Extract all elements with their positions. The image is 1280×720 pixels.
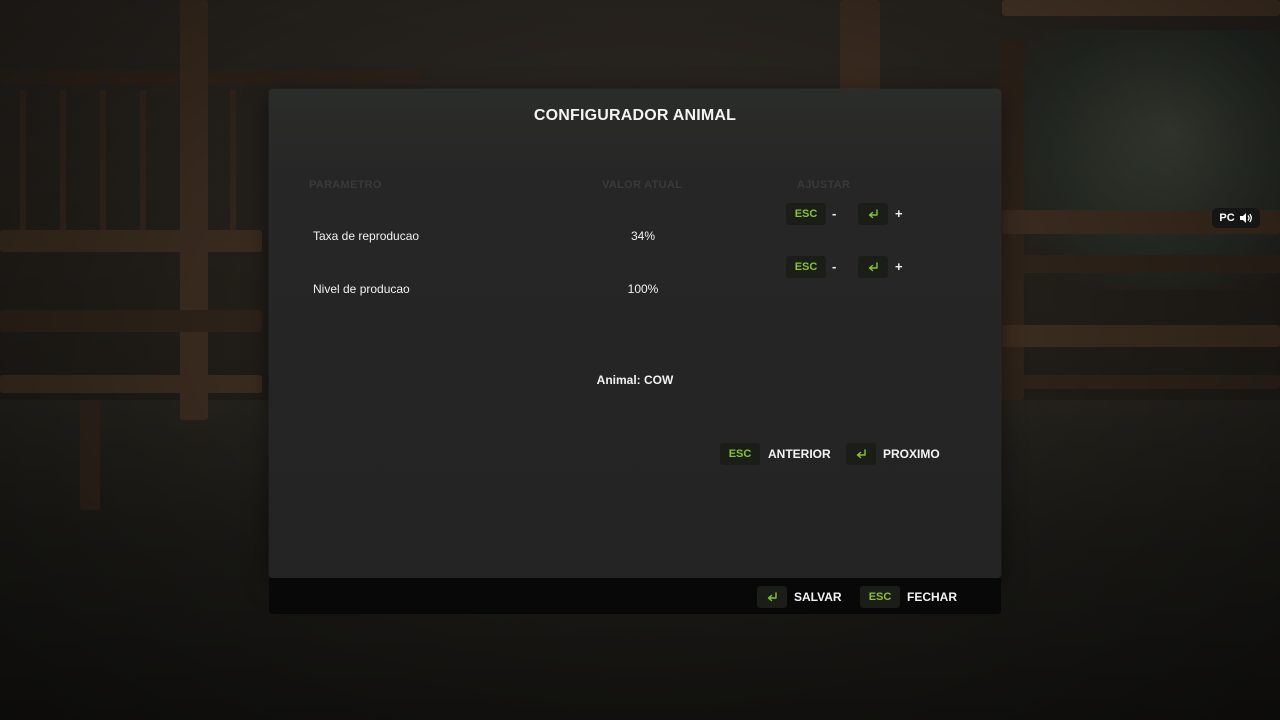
close-label[interactable]: FECHAR [907,590,957,604]
decrease-button-production-level[interactable]: ESC [786,256,826,278]
enter-key-icon [867,208,879,220]
decrease-button-reproduction-rate[interactable]: ESC [786,203,826,225]
animal-label: Animal: COW [596,373,674,387]
minus-symbol: - [832,259,837,274]
speaker-icon [1239,212,1253,224]
next-label[interactable]: PROXIMO [883,447,940,461]
increase-button-production-level[interactable] [858,256,888,278]
platform-badge: PC [1212,208,1260,228]
enter-key-icon [855,448,867,460]
increase-button-reproduction-rate[interactable] [858,203,888,225]
enter-key-icon [867,261,879,273]
row-label-reproduction-rate: Taxa de reproducao [313,229,420,243]
row-value-production-level: 100% [627,282,659,296]
plus-symbol: + [895,206,903,221]
next-button[interactable] [846,443,876,465]
enter-key-icon [766,591,778,603]
esc-key-label: ESC [728,448,752,460]
dialog-title: CONFIGURADOR ANIMAL [533,107,737,124]
minus-symbol: - [832,206,837,221]
row-value-reproduction-rate: 34% [630,229,656,243]
previous-button[interactable]: ESC [720,443,760,465]
previous-label[interactable]: ANTERIOR [768,447,831,461]
column-header-adjust: AJUSTAR [797,179,851,191]
close-button[interactable]: ESC [860,586,900,608]
esc-key-label: ESC [794,208,818,220]
save-label[interactable]: SALVAR [794,590,842,604]
column-header-current-value: VALOR ATUAL [602,179,683,191]
esc-key-label: ESC [868,591,892,603]
column-header-parameter: PARAMETRO [309,179,382,191]
configurator-dialog [269,89,1001,578]
row-label-production-level: Nivel de producao [313,282,410,296]
platform-label: PC [1219,212,1235,224]
esc-key-label: ESC [794,261,818,273]
plus-symbol: + [895,259,903,274]
save-button[interactable] [757,586,787,608]
